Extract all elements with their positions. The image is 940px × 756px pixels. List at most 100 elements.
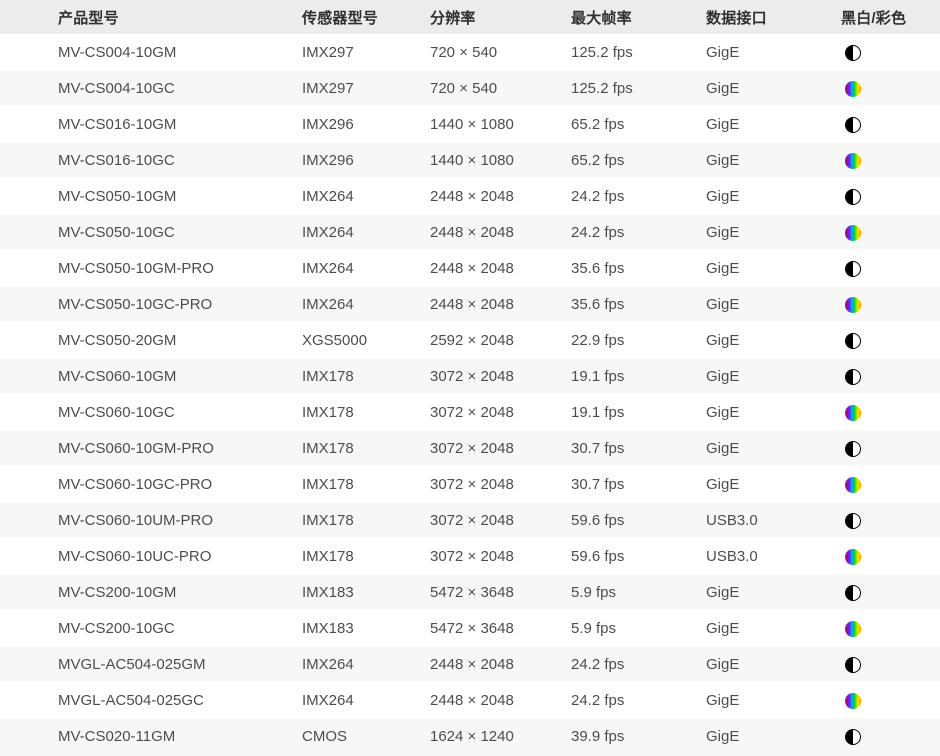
chroma-cell — [841, 115, 940, 132]
chroma-cell — [841, 439, 940, 456]
max-framerate-cell: 19.1 fps — [571, 368, 706, 385]
resolution-cell: 2448 × 2048 — [430, 224, 571, 241]
max-framerate-cell: 24.2 fps — [571, 692, 706, 709]
mono-circle-icon — [845, 441, 861, 457]
sensor-model-cell: IMX296 — [302, 116, 430, 133]
table-row: MV-CS050-10GM-PRO IMX264 2448 × 2048 35.… — [0, 250, 940, 286]
product-model-cell: MV-CS004-10GC — [0, 80, 302, 97]
table-row: MV-CS016-10GC IMX296 1440 × 1080 65.2 fp… — [0, 142, 940, 178]
interface-cell: GigE — [706, 440, 841, 457]
chroma-cell — [841, 295, 940, 312]
rainbow-circle-icon — [845, 297, 861, 313]
max-framerate-cell: 59.6 fps — [571, 548, 706, 565]
product-model-cell: MV-CS050-20GM — [0, 332, 302, 349]
chroma-cell — [841, 655, 940, 672]
max-framerate-cell: 65.2 fps — [571, 152, 706, 169]
product-model-cell: MV-CS016-10GC — [0, 152, 302, 169]
max-framerate-cell: 35.6 fps — [571, 296, 706, 313]
resolution-cell: 3072 × 2048 — [430, 548, 571, 565]
chroma-cell — [841, 583, 940, 600]
resolution-cell: 2448 × 2048 — [430, 260, 571, 277]
sensor-model-cell: IMX178 — [302, 476, 430, 493]
product-model-cell: MVGL-AC504-025GC — [0, 692, 302, 709]
sensor-model-cell: IMX264 — [302, 692, 430, 709]
resolution-cell: 3072 × 2048 — [430, 476, 571, 493]
interface-cell: GigE — [706, 152, 841, 169]
sensor-model-cell: IMX296 — [302, 152, 430, 169]
mono-circle-icon — [845, 189, 861, 205]
product-model-cell: MV-CS050-10GC-PRO — [0, 296, 302, 313]
interface-cell: GigE — [706, 584, 841, 601]
chroma-cell — [841, 691, 940, 708]
product-model-cell: MVGL-AC504-025GM — [0, 656, 302, 673]
chroma-cell — [841, 547, 940, 564]
table-row: MVGL-AC504-025GM IMX264 2448 × 2048 24.2… — [0, 646, 940, 682]
table-header-row: 产品型号 传感器型号 分辨率 最大帧率 数据接口 黑白/彩色 — [0, 0, 940, 34]
chroma-cell — [841, 151, 940, 168]
max-framerate-cell: 22.9 fps — [571, 332, 706, 349]
header-cell-chroma: 黑白/彩色 — [841, 7, 940, 28]
chroma-cell — [841, 511, 940, 528]
product-model-cell: MV-CS060-10GM — [0, 368, 302, 385]
table-row: MV-CS060-10GM IMX178 3072 × 2048 19.1 fp… — [0, 358, 940, 394]
product-model-cell: MV-CS060-10GM-PRO — [0, 440, 302, 457]
product-model-cell: MV-CS060-10UC-PRO — [0, 548, 302, 565]
max-framerate-cell: 30.7 fps — [571, 440, 706, 457]
sensor-model-cell: IMX183 — [302, 584, 430, 601]
max-framerate-cell: 24.2 fps — [571, 188, 706, 205]
rainbow-circle-icon — [845, 225, 861, 241]
chroma-cell — [841, 475, 940, 492]
interface-cell: GigE — [706, 224, 841, 241]
chroma-cell — [841, 727, 940, 744]
product-model-cell: MV-CS060-10GC — [0, 404, 302, 421]
resolution-cell: 5472 × 3648 — [430, 620, 571, 637]
resolution-cell: 720 × 540 — [430, 44, 571, 61]
max-framerate-cell: 19.1 fps — [571, 404, 706, 421]
table-row: MV-CS060-10UC-PRO IMX178 3072 × 2048 59.… — [0, 538, 940, 574]
sensor-model-cell: IMX178 — [302, 368, 430, 385]
max-framerate-cell: 24.2 fps — [571, 656, 706, 673]
sensor-model-cell: IMX178 — [302, 548, 430, 565]
rainbow-circle-icon — [845, 81, 861, 97]
mono-circle-icon — [845, 657, 861, 673]
product-model-cell: MV-CS200-10GC — [0, 620, 302, 637]
interface-cell: GigE — [706, 728, 841, 745]
interface-cell: GigE — [706, 44, 841, 61]
sensor-model-cell: IMX297 — [302, 44, 430, 61]
table-row: MV-CS200-10GC IMX183 5472 × 3648 5.9 fps… — [0, 610, 940, 646]
table-row: MV-CS020-11GM CMOS 1624 × 1240 39.9 fps … — [0, 718, 940, 754]
mono-circle-icon — [845, 333, 861, 349]
table-row: MV-CS050-10GM IMX264 2448 × 2048 24.2 fp… — [0, 178, 940, 214]
chroma-cell — [841, 403, 940, 420]
table-row: MV-CS050-10GC-PRO IMX264 2448 × 2048 35.… — [0, 286, 940, 322]
table-row: MV-CS016-10GM IMX296 1440 × 1080 65.2 fp… — [0, 106, 940, 142]
resolution-cell: 2448 × 2048 — [430, 296, 571, 313]
camera-spec-table: 产品型号 传感器型号 分辨率 最大帧率 数据接口 黑白/彩色 MV-CS004-… — [0, 0, 940, 756]
interface-cell: GigE — [706, 80, 841, 97]
rainbow-circle-icon — [845, 549, 861, 565]
max-framerate-cell: 30.7 fps — [571, 476, 706, 493]
table-row: MV-CS060-10UM-PRO IMX178 3072 × 2048 59.… — [0, 502, 940, 538]
header-cell-resolution: 分辨率 — [430, 7, 571, 28]
table-row: MV-CS060-10GM-PRO IMX178 3072 × 2048 30.… — [0, 430, 940, 466]
sensor-model-cell: IMX178 — [302, 404, 430, 421]
interface-cell: USB3.0 — [706, 512, 841, 529]
max-framerate-cell: 24.2 fps — [571, 224, 706, 241]
mono-circle-icon — [845, 117, 861, 133]
sensor-model-cell: XGS5000 — [302, 332, 430, 349]
header-cell-sensor-model: 传感器型号 — [302, 7, 430, 28]
resolution-cell: 1440 × 1080 — [430, 116, 571, 133]
interface-cell: GigE — [706, 260, 841, 277]
product-model-cell: MV-CS200-10GM — [0, 584, 302, 601]
table-row: MV-CS050-10GC IMX264 2448 × 2048 24.2 fp… — [0, 214, 940, 250]
sensor-model-cell: IMX264 — [302, 224, 430, 241]
table-row: MVGL-AC504-025GC IMX264 2448 × 2048 24.2… — [0, 682, 940, 718]
product-model-cell: MV-CS004-10GM — [0, 44, 302, 61]
interface-cell: GigE — [706, 368, 841, 385]
resolution-cell: 3072 × 2048 — [430, 440, 571, 457]
chroma-cell — [841, 331, 940, 348]
max-framerate-cell: 39.9 fps — [571, 728, 706, 745]
resolution-cell: 3072 × 2048 — [430, 512, 571, 529]
table-row: MV-CS060-10GC-PRO IMX178 3072 × 2048 30.… — [0, 466, 940, 502]
resolution-cell: 2448 × 2048 — [430, 188, 571, 205]
